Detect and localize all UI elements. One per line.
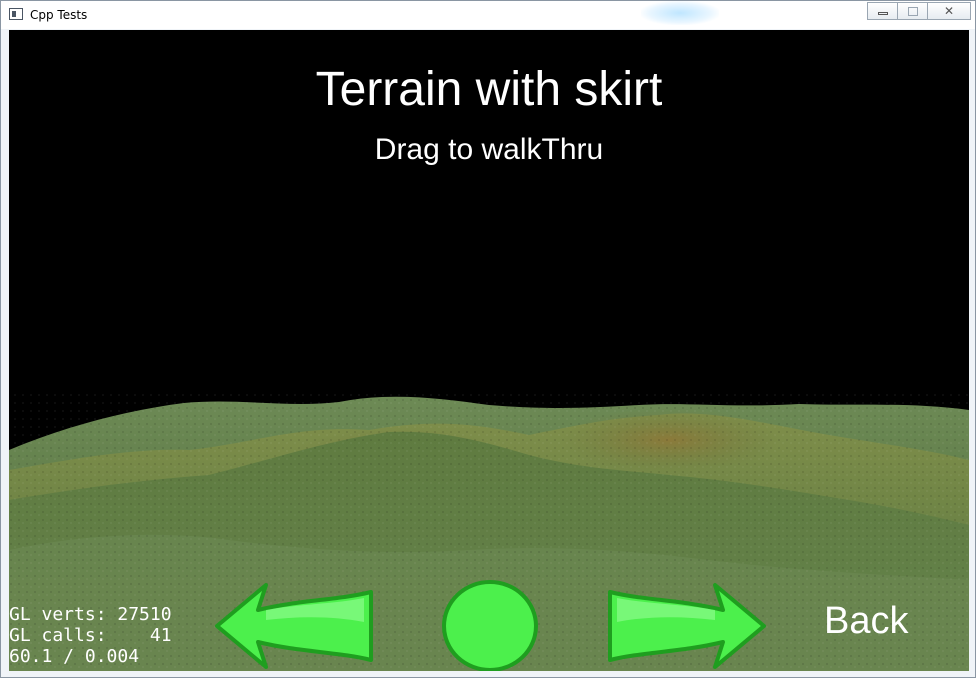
title-glow-decoration bbox=[641, 1, 719, 25]
terrain-scene[interactable] bbox=[9, 30, 969, 671]
gl-calls-stat: GL calls: 41 bbox=[9, 625, 172, 646]
minimize-button[interactable] bbox=[867, 2, 897, 20]
circle-icon bbox=[442, 580, 538, 671]
scene-subtitle: Drag to walkThru bbox=[374, 133, 604, 166]
game-viewport[interactable]: Terrain with skirt Drag to walkThru GL v… bbox=[9, 30, 969, 671]
close-icon: ✕ bbox=[943, 4, 955, 18]
left-arrow-icon bbox=[215, 583, 373, 669]
gl-verts-stat: GL verts: 27510 bbox=[9, 604, 172, 625]
maximize-button[interactable] bbox=[897, 2, 927, 20]
app-window: Cpp Tests ✕ Terrain with skirt Drag to w… bbox=[0, 0, 976, 678]
window-controls: ✕ bbox=[867, 2, 971, 20]
previous-test-button[interactable] bbox=[214, 582, 374, 670]
title-bar[interactable]: Cpp Tests ✕ bbox=[1, 1, 975, 29]
window-title: Cpp Tests bbox=[30, 8, 88, 22]
app-icon bbox=[9, 8, 23, 20]
right-arrow-icon bbox=[608, 583, 766, 669]
next-test-button[interactable] bbox=[607, 582, 767, 670]
debug-stats: GL verts: 27510 GL calls: 41 60.1 / 0.004 bbox=[9, 604, 172, 667]
scene-title: Terrain with skirt bbox=[315, 63, 663, 116]
back-button[interactable]: Back bbox=[824, 600, 908, 643]
restart-test-button[interactable] bbox=[440, 579, 540, 671]
close-button[interactable]: ✕ bbox=[927, 2, 971, 20]
fps-stat: 60.1 / 0.004 bbox=[9, 646, 140, 667]
